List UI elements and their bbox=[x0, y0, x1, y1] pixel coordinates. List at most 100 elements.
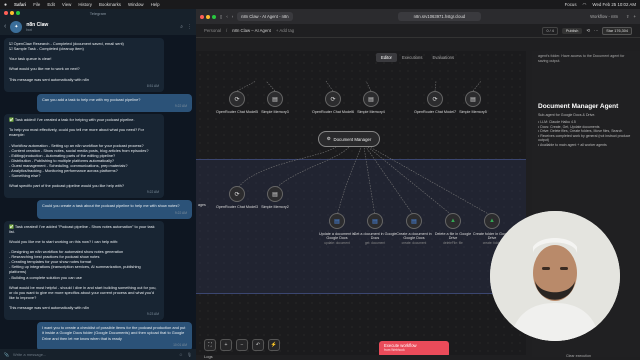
more-options-icon[interactable]: ⋯ bbox=[594, 28, 598, 34]
tool-label: Get a document in Google Docs get: docume… bbox=[353, 232, 397, 245]
wifi-icon[interactable]: ◠ bbox=[583, 2, 587, 8]
github-star-button[interactable]: Star 176,304 bbox=[602, 26, 632, 35]
webcam-overlay bbox=[490, 211, 620, 341]
telegram-window: Telegram ‹ ✦ n8n Claw bot ⌕ ⋮ ☑ OpenClaw… bbox=[0, 9, 196, 360]
apple-icon[interactable]: ● bbox=[4, 2, 7, 8]
n8n-header: Personal / n8n Claw – AI Agent + Add tag… bbox=[196, 24, 640, 38]
openrouter-model5-node[interactable]: ⟳ bbox=[229, 91, 245, 107]
minimize-window-icon[interactable] bbox=[10, 11, 14, 15]
database-icon: ▤ bbox=[272, 96, 278, 103]
focus-status[interactable]: Focus bbox=[565, 2, 577, 7]
message-input[interactable]: Write a message... bbox=[13, 352, 175, 357]
emoji-icon[interactable]: ☺ bbox=[179, 352, 183, 357]
gdrive-delete-node[interactable]: ▲ bbox=[445, 213, 461, 229]
tool-label: Create a document in Google Docs create: … bbox=[392, 232, 436, 245]
publish-button[interactable]: Publish bbox=[561, 27, 583, 34]
fit-view-icon[interactable]: ⛶ bbox=[204, 339, 216, 351]
workflow-canvas[interactable]: ⟳ OpenRouter Chat Model5 ▤ Simple Memory… bbox=[196, 51, 526, 355]
bot-avatar[interactable]: ✦ bbox=[10, 20, 23, 33]
tab-evaluations[interactable]: Evaluations bbox=[427, 53, 459, 62]
version-counter[interactable]: 0 / 4 bbox=[542, 26, 558, 35]
gdocs-update-node[interactable]: ▤ bbox=[329, 213, 345, 229]
mac-menubar: ● Safari File Edit View History Bookmark… bbox=[0, 0, 640, 9]
menu-window[interactable]: Window bbox=[128, 2, 144, 7]
message-list[interactable]: ☑ OpenClaw Research - Completed (documen… bbox=[0, 36, 196, 349]
tab-n8n-claw[interactable]: n8n Claw - AI Agent - n8n bbox=[237, 12, 293, 21]
sidebar-toggle-icon[interactable]: ▯ bbox=[220, 14, 222, 19]
workflow-name[interactable]: n8n Claw – AI Agent bbox=[232, 28, 271, 33]
close-window-icon[interactable] bbox=[200, 14, 204, 19]
presenter-video bbox=[490, 211, 620, 341]
search-icon[interactable]: ⌕ bbox=[180, 24, 183, 30]
tab-editor[interactable]: Editor bbox=[376, 53, 397, 62]
note-top-text: agent's folder. Have access to the Docum… bbox=[538, 54, 625, 63]
close-window-icon[interactable] bbox=[4, 11, 8, 15]
back-icon[interactable]: ‹ bbox=[226, 14, 227, 19]
menu-bookmarks[interactable]: Bookmarks bbox=[99, 2, 121, 7]
telegram-title: Telegram bbox=[89, 11, 107, 16]
tidy-icon[interactable]: ⚡ bbox=[268, 339, 280, 351]
share-icon[interactable]: ⇪ bbox=[626, 14, 630, 19]
minimize-window-icon[interactable] bbox=[206, 14, 210, 19]
database-icon: ▤ bbox=[368, 96, 374, 103]
message-text: Can you add a task to help me with my po… bbox=[42, 96, 141, 102]
node-label: Simple Memory4 bbox=[357, 110, 385, 114]
history-icon[interactable]: ⟲ bbox=[586, 28, 590, 34]
tab-label: n8n Claw - AI Agent - n8n bbox=[241, 14, 289, 19]
gdocs-get-node[interactable]: ▤ bbox=[367, 213, 383, 229]
simple-memory2-node[interactable]: ▤ bbox=[267, 186, 283, 202]
new-tab-icon[interactable]: + bbox=[634, 14, 636, 19]
document-manager-agent-node[interactable]: ⚙ Document Manager bbox=[318, 131, 380, 147]
forward-icon[interactable]: › bbox=[232, 14, 233, 19]
zoom-in-icon[interactable]: + bbox=[220, 339, 232, 351]
tool-operation: create: document bbox=[401, 240, 427, 245]
message-bubble: Could you create a task about the podcas… bbox=[37, 200, 192, 219]
openrouter-icon: ⟳ bbox=[330, 96, 336, 103]
breadcrumb-owner[interactable]: Personal bbox=[204, 28, 221, 33]
simple-memory4-node[interactable]: ▤ bbox=[363, 91, 379, 107]
simple-memory5-node[interactable]: ▤ bbox=[465, 91, 481, 107]
note-bullets: LLM: Claude Haiku 4.5 Docs: Create, Get,… bbox=[538, 120, 634, 147]
chat-name: n8n Claw bbox=[26, 21, 49, 28]
message-time: 9:22 AM bbox=[174, 103, 187, 108]
logs-toggle[interactable]: Logs bbox=[204, 354, 213, 359]
zoom-out-icon[interactable]: − bbox=[236, 339, 248, 351]
node-label: Simple Memory3 bbox=[261, 110, 289, 114]
add-tag-link[interactable]: + Add tag bbox=[276, 28, 294, 33]
tab-workflow[interactable]: Workflow - n8n bbox=[586, 12, 623, 21]
menu-edit[interactable]: Edit bbox=[47, 2, 55, 7]
menu-help[interactable]: Help bbox=[151, 2, 160, 7]
openrouter-model3-node[interactable]: ⟳ bbox=[229, 186, 245, 202]
address-bar[interactable]: n8n.srv1063971.hstgr.cloud bbox=[397, 12, 482, 21]
note-title: Document Manager Agent bbox=[538, 103, 619, 111]
zoom-window-icon[interactable] bbox=[16, 11, 20, 15]
undo-icon[interactable]: ↶ bbox=[252, 339, 264, 351]
openrouter-icon: ⟳ bbox=[432, 96, 438, 103]
menu-file[interactable]: File bbox=[33, 2, 40, 7]
tab-executions[interactable]: Executions bbox=[397, 53, 427, 62]
message-bubble: I want you to create a checklist of poss… bbox=[37, 322, 192, 349]
gdocs-create-node[interactable]: ▤ bbox=[406, 213, 422, 229]
node-label: Simple Memory2 bbox=[261, 205, 289, 209]
zoom-window-icon[interactable] bbox=[212, 14, 216, 19]
simple-memory3-node[interactable]: ▤ bbox=[267, 91, 283, 107]
openrouter-model6-node[interactable]: ⟳ bbox=[325, 91, 341, 107]
attach-icon[interactable]: 📎 bbox=[4, 352, 9, 357]
canvas-controls: ⛶ + − ↶ ⚡ bbox=[204, 339, 280, 351]
menu-safari[interactable]: Safari bbox=[14, 2, 26, 7]
message-text: ✅ Task created! I've added "Podcast pipe… bbox=[9, 223, 157, 311]
note-subtitle: Sub-agent for Google Docs & Drive. bbox=[538, 113, 596, 118]
more-icon[interactable]: ⋮ bbox=[187, 24, 192, 30]
menu-view[interactable]: View bbox=[62, 2, 71, 7]
execute-workflow-button[interactable]: Execute workflow from Webhook bbox=[379, 341, 449, 355]
menu-history[interactable]: History bbox=[78, 2, 92, 7]
gdrive-create-folder-node[interactable]: ▲ bbox=[484, 213, 500, 229]
message-time: 9:22 AM bbox=[174, 210, 187, 215]
breadcrumb-separator: / bbox=[225, 28, 228, 33]
back-arrow-icon[interactable]: ‹ bbox=[4, 23, 6, 30]
mic-icon[interactable]: 🎙 bbox=[187, 352, 192, 357]
message-composer: 📎 Write a message... ☺ 🎙 bbox=[0, 349, 196, 360]
openrouter-model7-node[interactable]: ⟳ bbox=[427, 91, 443, 107]
clock[interactable]: Wed Feb 25 10:02 AM bbox=[592, 2, 636, 7]
clear-execution-button[interactable]: Clear execution bbox=[566, 354, 591, 358]
